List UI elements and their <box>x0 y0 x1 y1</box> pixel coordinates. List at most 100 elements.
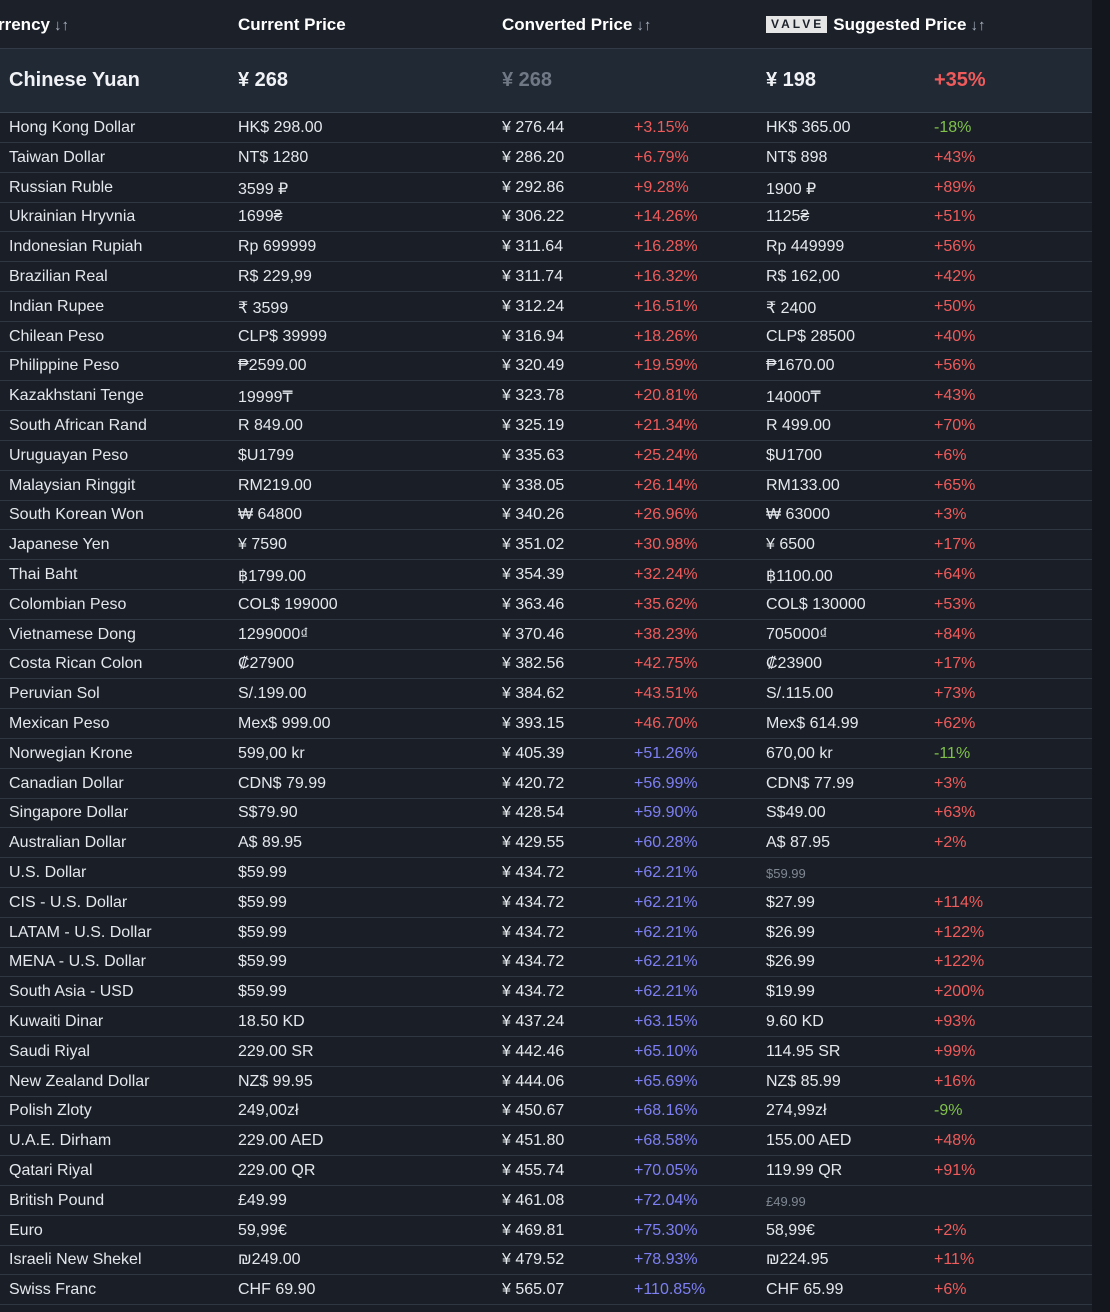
suggested-price: 114.95 SR <box>766 1042 841 1060</box>
converted-price: ¥ 354.39 <box>502 566 565 583</box>
currency-name: Chinese Yuan <box>9 69 140 91</box>
table-row[interactable]: Euro 59,99€ ¥ 469.81 +75.30% 58,99€ +2% <box>0 1216 1092 1246</box>
table-row[interactable]: Uruguayan Peso $U1799 ¥ 335.63 +25.24% $U170… <box>0 441 1092 471</box>
converted-price: ¥ 363.46 <box>502 595 565 613</box>
current-price: Mex$ 999.00 <box>238 715 331 732</box>
suggested-diff: +16% <box>934 1072 976 1090</box>
converted-price: ¥ 479.52 <box>502 1251 565 1269</box>
table-row[interactable]: Polish Zloty 249,00zł ¥ 450.67 +68.16% 274,9… <box>0 1096 1092 1127</box>
sort-icon[interactable]: ↓↑ <box>970 17 985 34</box>
current-price: ₡27900 <box>238 655 295 673</box>
converted-price: ¥ 312.24 <box>502 297 565 315</box>
current-price: 229.00 QR <box>238 1162 316 1179</box>
currency-name: U.S. Dollar <box>9 864 87 881</box>
converted-diff: +60.28% <box>634 834 698 852</box>
suggested-price: NZ$ 85.99 <box>766 1072 841 1090</box>
suggested-diff: +93% <box>934 1013 976 1030</box>
table-row[interactable]: Mexican Peso Mex$ 999.00 ¥ 393.15 +46.70% Me… <box>0 709 1092 739</box>
table-row[interactable]: Swiss Franc CHF 69.90 ¥ 565.07 +110.85% CHF … <box>0 1275 1092 1306</box>
currency-name: Brazilian Real <box>9 268 108 285</box>
table-row[interactable]: Russian Ruble 3599 ₽ ¥ 292.86 +9.28% 1900 ₽ +… <box>0 173 1092 203</box>
converted-price: ¥ 351.02 <box>502 536 565 554</box>
table-row[interactable]: Vietnamese Dong 1299000₫ ¥ 370.46 +38.23% 70… <box>0 620 1092 650</box>
suggested-price: ₹ 2400 <box>766 299 817 317</box>
suggested-price: £49.99 <box>766 1193 806 1209</box>
table-row[interactable]: Saudi Riyal 229.00 SR ¥ 442.46 +65.10% 114.9… <box>0 1037 1092 1067</box>
suggested-diff: +63% <box>934 804 976 822</box>
currency-name: Colombian Peso <box>9 595 127 613</box>
table-row[interactable]: Hong Kong Dollar HK$ 298.00 ¥ 276.44 +3.15%… <box>0 113 1092 143</box>
converted-diff: +26.14% <box>634 476 698 494</box>
converted-price: ¥ 306.22 <box>502 208 565 226</box>
suggested-price: ₪224.95 <box>766 1251 829 1269</box>
table-row[interactable]: British Pound £49.99 ¥ 461.08 +72.04% £49.99 <box>0 1186 1092 1216</box>
converted-diff: +63.15% <box>634 1013 698 1030</box>
suggested-diff: +2% <box>934 1221 967 1239</box>
table-row[interactable]: Malaysian Ringgit RM219.00 ¥ 338.05 +26.14%… <box>0 471 1092 501</box>
suggested-price-column-header[interactable]: VALVE Suggested Price ↓↑ <box>766 15 985 35</box>
table-row[interactable]: Kuwaiti Dinar 18.50 KD ¥ 437.24 +63.15% 9.60… <box>0 1007 1092 1037</box>
table-row[interactable]: Indian Rupee ₹ 3599 ¥ 312.24 +16.51% ₹ 2400 +… <box>0 292 1092 322</box>
current-price: A$ 89.95 <box>238 834 303 852</box>
currency-column-header[interactable]: rrency ↓↑ <box>0 15 69 35</box>
table-row[interactable]: New Zealand Dollar NZ$ 99.95 ¥ 444.06 +65.6… <box>0 1067 1092 1097</box>
table-row[interactable]: Singapore Dollar S$79.90 ¥ 428.54 +59.90% S$… <box>0 798 1092 829</box>
table-row[interactable]: Philippine Peso ₱2599.00 ¥ 320.49 +19.59% ₱1… <box>0 351 1092 382</box>
currency-name: Peruvian Sol <box>9 685 100 703</box>
suggested-diff: +114% <box>934 893 984 911</box>
converted-price: ¥ 455.74 <box>502 1162 565 1179</box>
table-row[interactable]: U.A.E. Dirham 229.00 AED ¥ 451.80 +68.58% 15… <box>0 1126 1092 1157</box>
suggested-diff: +43% <box>934 387 976 405</box>
currency-name: LATAM - U.S. Dollar <box>9 923 152 941</box>
highlighted-row[interactable]: Chinese Yuan ¥ 268 ¥ 268 ¥ 198 +35% <box>0 49 1092 113</box>
table-row[interactable]: Japanese Yen ¥ 7590 ¥ 351.02 +30.98% ¥ 6500 +… <box>0 530 1092 561</box>
table-row[interactable]: Costa Rican Colon ₡27900 ¥ 382.56 +42.75% ₡2… <box>0 649 1092 680</box>
currency-name: Costa Rican Colon <box>9 655 143 673</box>
table-row[interactable]: Brazilian Real R$ 229,99 ¥ 311.74 +16.32% R$… <box>0 262 1092 292</box>
table-row[interactable]: Thai Baht ฿1799.00 ¥ 354.39 +32.24% ฿1100.00… <box>0 560 1092 590</box>
table-row[interactable]: South African Rand R 849.00 ¥ 325.19 +21.34… <box>0 411 1092 441</box>
table-row[interactable]: Taiwan Dollar NT$ 1280 ¥ 286.20 +6.79% NT$ 8… <box>0 143 1092 173</box>
current-price: R$ 229,99 <box>238 268 312 285</box>
converted-diff: +75.30% <box>634 1221 698 1239</box>
table-row[interactable]: MENA - U.S. Dollar $59.99 ¥ 434.72 +62.21% $… <box>0 947 1092 978</box>
table-row[interactable]: Peruvian Sol S/.199.00 ¥ 384.62 +43.51% S/.1… <box>0 679 1092 710</box>
current-price: $59.99 <box>238 983 287 1001</box>
converted-price: ¥ 323.78 <box>502 387 565 405</box>
table-row[interactable]: LATAM - U.S. Dollar $59.99 ¥ 434.72 +62.21%… <box>0 918 1092 948</box>
sort-icon[interactable]: ↓↑ <box>54 17 69 34</box>
currency-name: Chilean Peso <box>9 327 105 345</box>
suggested-price: 274,99zł <box>766 1102 827 1120</box>
table-row[interactable]: Colombian Peso COL$ 199000 ¥ 363.46 +35.62%… <box>0 590 1092 620</box>
table-row[interactable]: U.S. Dollar $59.99 ¥ 434.72 +62.21% $59.99 <box>0 858 1092 888</box>
suggested-price: CHF 65.99 <box>766 1281 844 1299</box>
table-row[interactable]: Chilean Peso CLP$ 39999 ¥ 316.94 +18.26% CLP… <box>0 322 1092 352</box>
table-row[interactable]: CIS - U.S. Dollar $59.99 ¥ 434.72 +62.21% $2… <box>0 888 1092 918</box>
suggested-diff: +35% <box>934 69 986 91</box>
current-price: ₪249.00 <box>238 1251 301 1269</box>
current-price: 19999₸ <box>238 389 293 407</box>
suggested-price: R$ 162,00 <box>766 268 840 285</box>
table-row[interactable]: Canadian Dollar CDN$ 79.99 ¥ 420.72 +56.99%… <box>0 769 1092 799</box>
sort-icon[interactable]: ↓↑ <box>636 17 651 34</box>
suggested-price: $26.99 <box>766 953 815 971</box>
converted-price: ¥ 434.72 <box>502 923 565 941</box>
suggested-price: $19.99 <box>766 983 815 1001</box>
table-row[interactable]: Israeli New Shekel ₪249.00 ¥ 479.52 +78.93%… <box>0 1245 1092 1276</box>
converted-price: ¥ 292.86 <box>502 178 565 196</box>
table-row[interactable]: South Asia - USD $59.99 ¥ 434.72 +62.21% $19… <box>0 977 1092 1008</box>
table-row[interactable]: South Korean Won ₩ 64800 ¥ 340.26 +26.96% ₩ … <box>0 500 1092 531</box>
converted-price: ¥ 384.62 <box>502 685 565 703</box>
table-row[interactable]: Ukrainian Hryvnia 1699₴ ¥ 306.22 +14.26% 112… <box>0 202 1092 233</box>
current-price: $59.99 <box>238 953 287 971</box>
table-row[interactable]: Indonesian Rupiah Rp 699999 ¥ 311.64 +16.28… <box>0 232 1092 263</box>
converted-price-column-header[interactable]: Converted Price ↓↑ <box>502 15 651 35</box>
table-row[interactable]: Kazakhstani Tenge 19999₸ ¥ 323.78 +20.81% 14… <box>0 381 1092 412</box>
table-row[interactable]: Norwegian Krone 599,00 kr ¥ 405.39 +51.26% 6… <box>0 739 1092 769</box>
converted-price: ¥ 434.72 <box>502 893 565 911</box>
suggested-diff: +56% <box>934 357 976 375</box>
table-row[interactable]: Australian Dollar A$ 89.95 ¥ 429.55 +60.28%… <box>0 828 1092 859</box>
currency-name: Philippine Peso <box>9 357 120 375</box>
suggested-price: Rp 449999 <box>766 238 845 256</box>
table-row[interactable]: Qatari Riyal 229.00 QR ¥ 455.74 +70.05% 119.… <box>0 1156 1092 1186</box>
